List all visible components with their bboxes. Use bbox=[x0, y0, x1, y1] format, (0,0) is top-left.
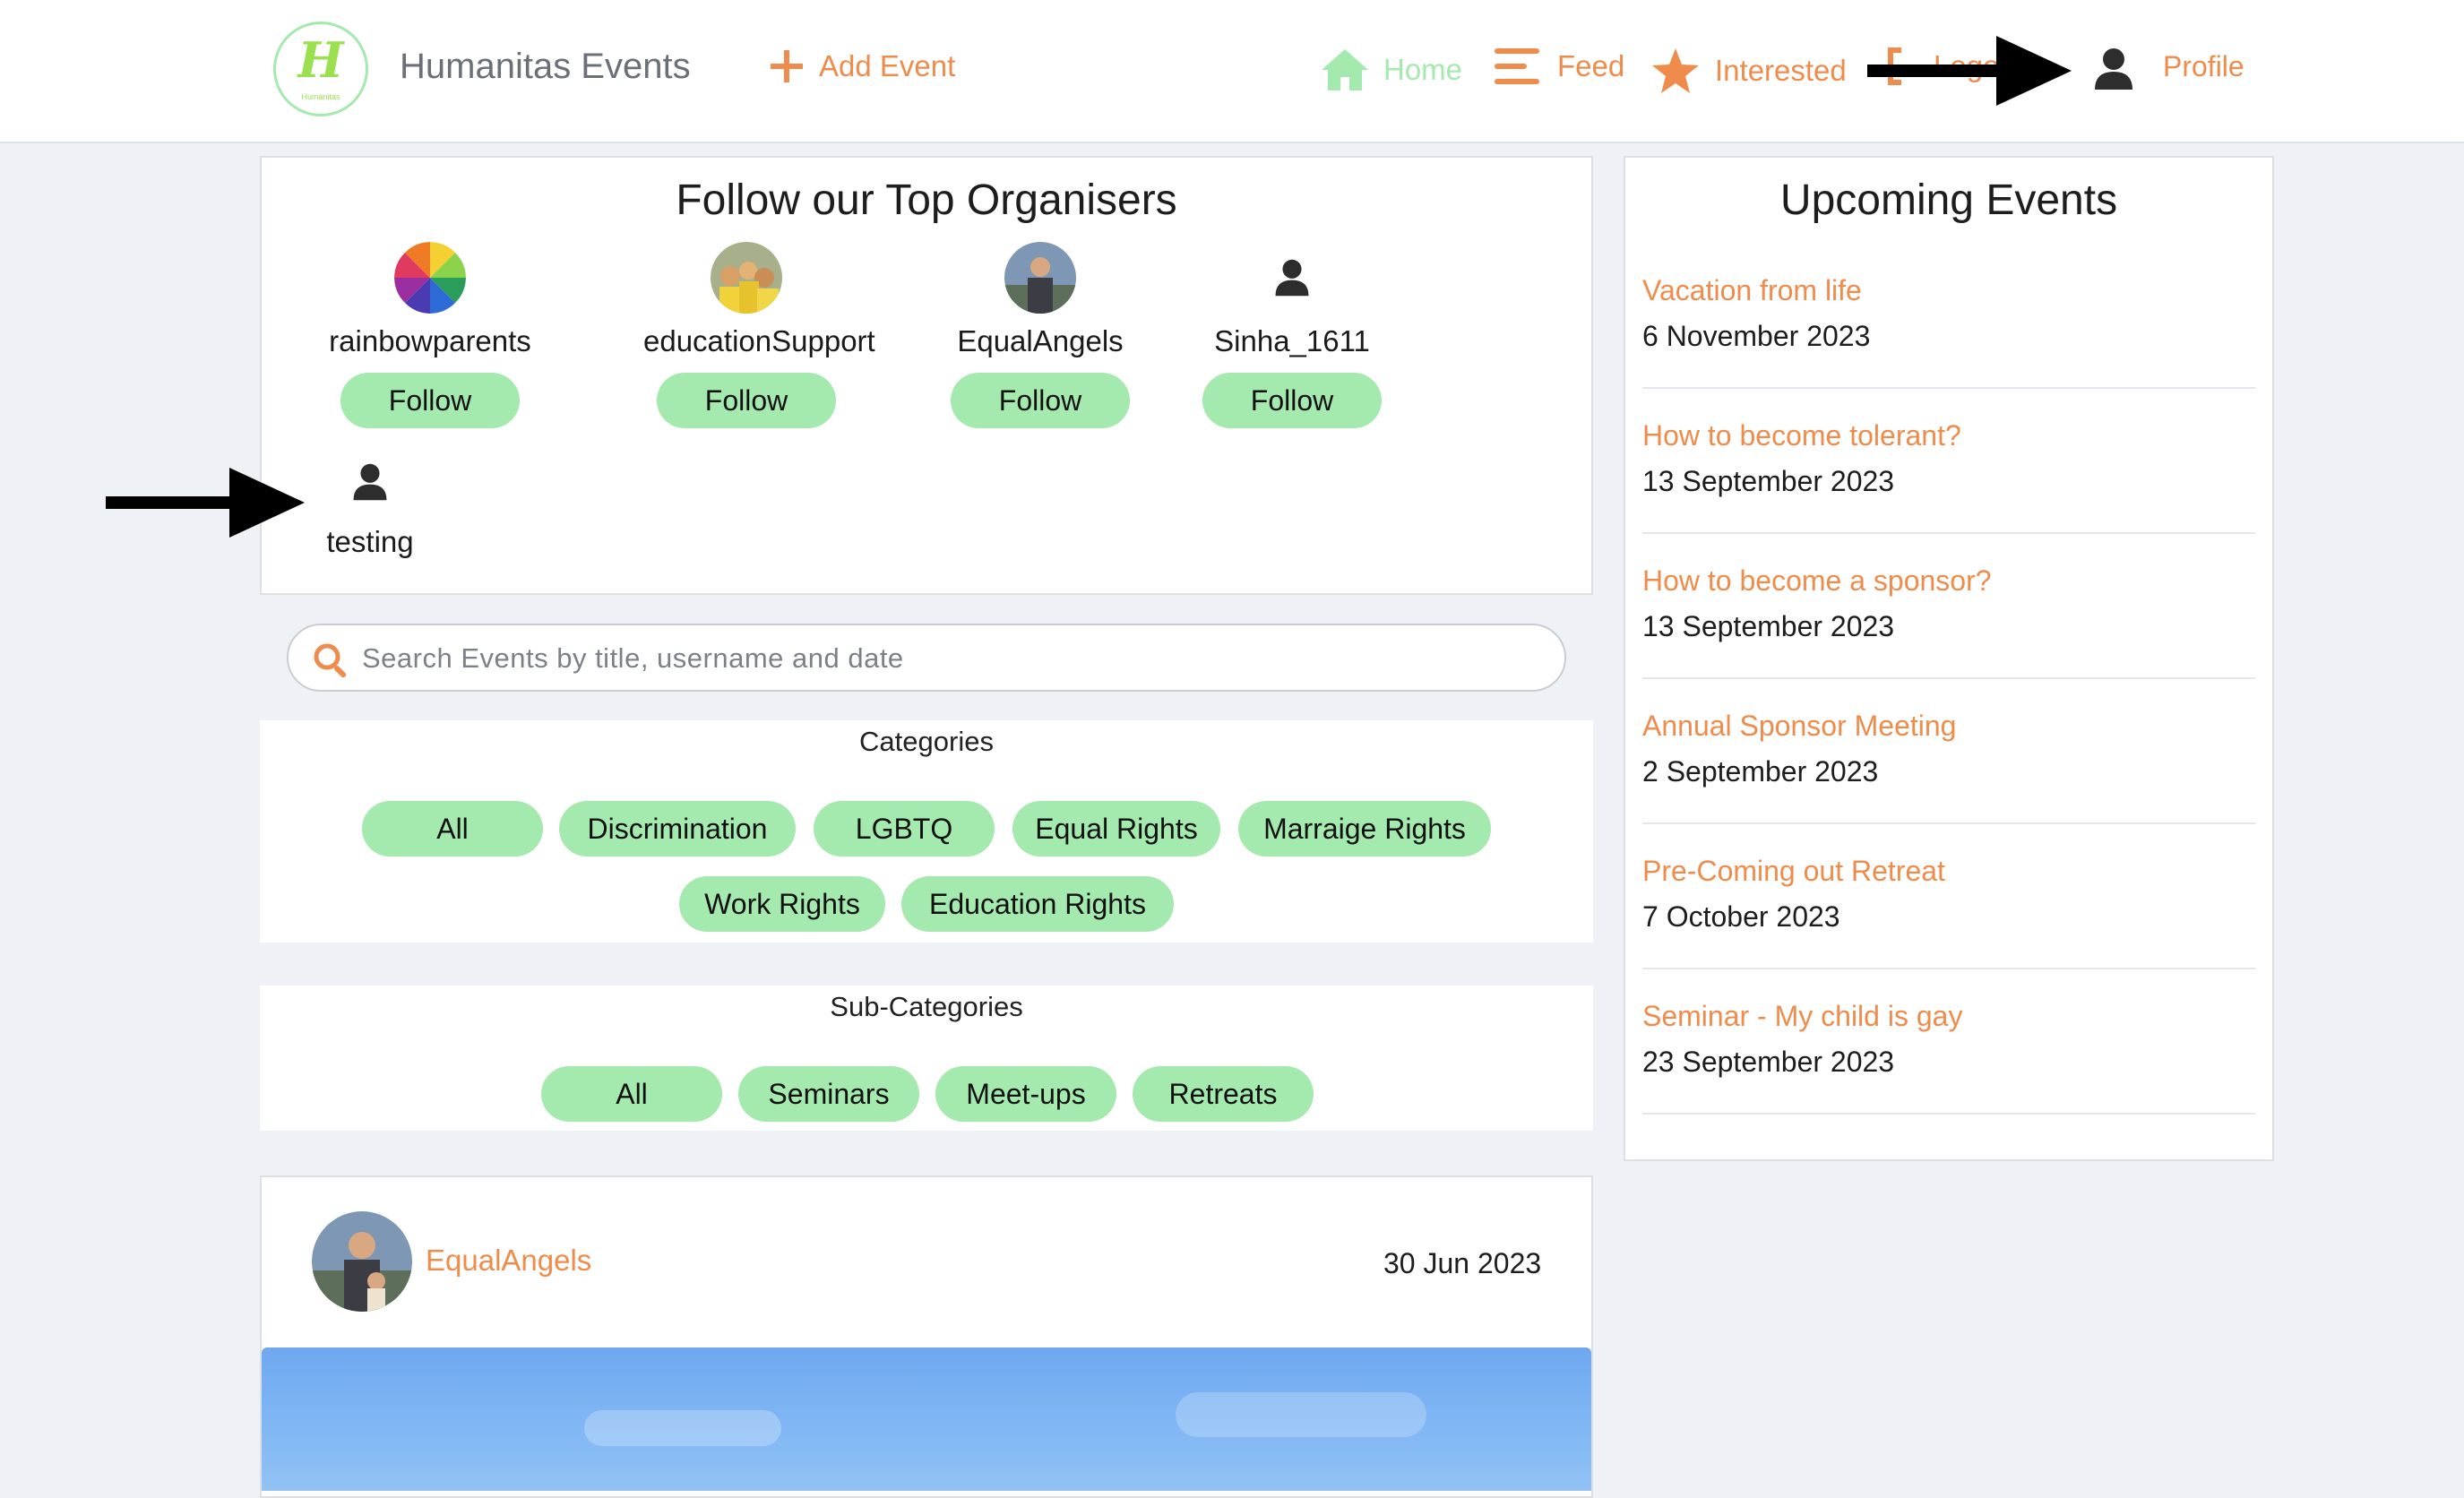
upcoming-event-item: Pre-Coming out Retreat 7 October 2023 bbox=[1642, 855, 2255, 969]
post-image[interactable] bbox=[262, 1347, 1591, 1491]
organiser-avatar[interactable] bbox=[711, 242, 782, 314]
site-logo[interactable]: H Humanitas bbox=[273, 22, 368, 116]
post-author-name[interactable]: EqualAngels bbox=[426, 1244, 591, 1278]
event-date: 13 September 2023 bbox=[1642, 465, 1895, 497]
category-pill[interactable]: Work Rights bbox=[679, 876, 885, 932]
follow-button[interactable]: Follow bbox=[951, 373, 1130, 428]
user-placeholder-icon[interactable] bbox=[1256, 242, 1328, 314]
menu-icon bbox=[1495, 47, 1539, 86]
add-event-label: Add Event bbox=[819, 49, 956, 82]
nav-feed[interactable]: Feed bbox=[1495, 47, 1624, 86]
upcoming-event-item: Annual Sponsor Meeting 2 September 2023 bbox=[1642, 710, 2255, 824]
search-icon bbox=[312, 641, 349, 684]
event-title-link[interactable]: Seminar - My child is gay bbox=[1642, 1000, 2255, 1033]
follow-button[interactable]: Follow bbox=[1202, 373, 1382, 428]
subcategories-title: Sub-Categories bbox=[830, 991, 1023, 1022]
brand-title[interactable]: Humanitas Events bbox=[400, 47, 691, 87]
category-pill[interactable]: Equal Rights bbox=[1012, 801, 1220, 857]
organiser-name[interactable]: Sinha_1611 bbox=[1189, 324, 1395, 358]
nav-interested-label: Interested bbox=[1715, 54, 1847, 87]
organiser-card: educationSupport Follow bbox=[643, 242, 875, 428]
upcoming-event-item: Vacation from life 6 November 2023 bbox=[1642, 274, 2255, 389]
annotation-arrow-icon bbox=[1867, 34, 2072, 112]
add-event-link[interactable]: Add Event bbox=[767, 47, 955, 86]
logo-subtext: Humanitas bbox=[301, 92, 340, 101]
divider bbox=[1642, 532, 2255, 534]
post-author-avatar[interactable] bbox=[312, 1211, 412, 1312]
subcategory-pill[interactable]: Meet-ups bbox=[935, 1066, 1116, 1122]
event-title-link[interactable]: How to become tolerant? bbox=[1642, 419, 2255, 452]
category-pill[interactable]: Education Rights bbox=[901, 876, 1174, 932]
category-pill[interactable]: LGBTQ bbox=[814, 801, 995, 857]
event-date: 23 September 2023 bbox=[1642, 1046, 1895, 1078]
organiser-name[interactable]: EqualAngels bbox=[937, 324, 1143, 358]
event-title-link[interactable]: How to become a sponsor? bbox=[1642, 564, 2255, 598]
event-title-link[interactable]: Pre-Coming out Retreat bbox=[1642, 855, 2255, 888]
organiser-name[interactable]: educationSupport bbox=[643, 324, 875, 358]
nav-home[interactable]: Home bbox=[1319, 47, 1462, 93]
category-pill[interactable]: Discrimination bbox=[559, 801, 796, 857]
upcoming-event-item: How to become tolerant? 13 September 202… bbox=[1642, 419, 2255, 534]
annotation-arrow-icon bbox=[106, 466, 305, 544]
category-pill[interactable]: All bbox=[362, 801, 543, 857]
upcoming-event-item: Seminar - My child is gay 23 September 2… bbox=[1642, 1000, 2255, 1115]
star-icon bbox=[1650, 47, 1701, 95]
profile-user-icon[interactable] bbox=[2093, 47, 2134, 96]
upcoming-event-item: How to become a sponsor? 13 September 20… bbox=[1642, 564, 2255, 679]
divider bbox=[1642, 968, 2255, 969]
nav-interested[interactable]: Interested bbox=[1650, 47, 1847, 95]
divider bbox=[1642, 387, 2255, 389]
organiser-card: rainbowparents Follow bbox=[327, 242, 533, 428]
nav-profile[interactable]: Profile bbox=[2163, 50, 2244, 83]
subcategory-pill[interactable]: Seminars bbox=[738, 1066, 919, 1122]
event-title-link[interactable]: Vacation from life bbox=[1642, 274, 2255, 307]
organiser-card: EqualAngels Follow bbox=[937, 242, 1143, 428]
event-date: 7 October 2023 bbox=[1642, 900, 1840, 933]
event-date: 13 September 2023 bbox=[1642, 610, 1895, 642]
organiser-avatar[interactable] bbox=[394, 242, 466, 314]
organiser-card: Sinha_1611 Follow bbox=[1189, 242, 1395, 428]
divider bbox=[1642, 677, 2255, 679]
divider bbox=[1642, 1113, 2255, 1115]
organiser-avatar[interactable] bbox=[1004, 242, 1076, 314]
follow-button[interactable]: Follow bbox=[340, 373, 520, 428]
follow-button[interactable]: Follow bbox=[657, 373, 836, 428]
upcoming-events-title: Upcoming Events bbox=[1779, 176, 2118, 224]
event-date: 6 November 2023 bbox=[1642, 320, 1871, 352]
nav-home-label: Home bbox=[1383, 53, 1463, 86]
organisers-title: Follow our Top Organisers bbox=[676, 176, 1177, 224]
post-date: 30 Jun 2023 bbox=[1383, 1247, 1542, 1279]
plus-icon bbox=[767, 47, 806, 86]
organiser-name[interactable]: rainbowparents bbox=[327, 324, 533, 358]
divider bbox=[1642, 822, 2255, 824]
search-bar[interactable]: Search Events by title, username and dat… bbox=[287, 624, 1566, 692]
categories-title: Categories bbox=[859, 726, 994, 757]
nav-feed-label: Feed bbox=[1557, 49, 1625, 82]
home-icon bbox=[1319, 47, 1371, 93]
category-pill[interactable]: Marraige Rights bbox=[1238, 801, 1491, 857]
search-input[interactable]: Search Events by title, username and dat… bbox=[362, 642, 904, 675]
user-placeholder-icon[interactable] bbox=[334, 446, 406, 518]
subcategory-pill[interactable]: Retreats bbox=[1133, 1066, 1314, 1122]
event-date: 2 September 2023 bbox=[1642, 755, 1879, 788]
event-title-link[interactable]: Annual Sponsor Meeting bbox=[1642, 710, 2255, 743]
logo-letter: H bbox=[297, 31, 344, 89]
subcategory-pill[interactable]: All bbox=[541, 1066, 722, 1122]
